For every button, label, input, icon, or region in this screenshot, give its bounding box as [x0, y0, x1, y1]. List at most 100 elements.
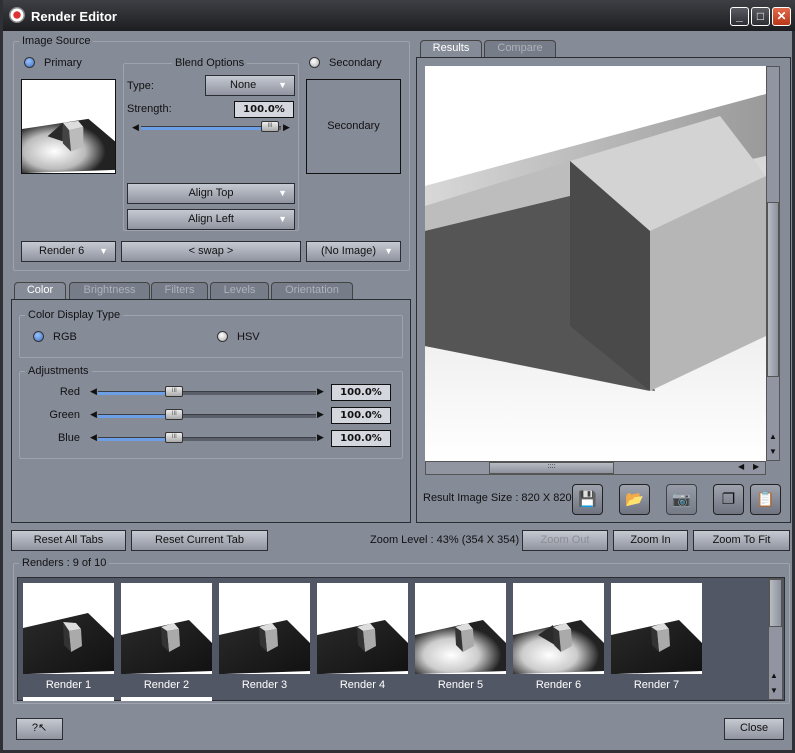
hsv-radio[interactable]	[217, 331, 228, 342]
copy-button[interactable]: ❐	[713, 484, 744, 515]
render-thumbnail[interactable]	[611, 583, 702, 674]
secondary-preview[interactable]: Secondary	[306, 79, 401, 174]
tab-brightness[interactable]: Brightness	[69, 282, 150, 299]
slider-thumb[interactable]: III	[261, 121, 279, 132]
save-button[interactable]: 💾	[572, 484, 603, 515]
blend-type-select[interactable]: None	[205, 75, 295, 96]
secondary-radio[interactable]	[309, 57, 320, 68]
minimize-button[interactable]: _	[730, 7, 749, 26]
hsv-label: HSV	[237, 331, 260, 343]
scrollbar-thumb[interactable]	[769, 579, 782, 627]
render-label: Render 1	[45, 679, 92, 691]
strength-increase-icon[interactable]: ▶	[283, 122, 290, 133]
align-left-select[interactable]: Align Left	[127, 209, 295, 230]
align-top-select[interactable]: Align Top	[127, 183, 295, 204]
tab-color[interactable]: Color	[14, 282, 66, 300]
secondary-image-select[interactable]: (No Image)	[306, 241, 401, 262]
window-title: Render Editor	[31, 9, 117, 24]
tab-results[interactable]: Results	[420, 40, 482, 58]
tab-filters[interactable]: Filters	[151, 282, 208, 299]
render-label: Render 2	[143, 679, 190, 691]
green-slider[interactable]: III	[98, 409, 316, 420]
primary-radio[interactable]	[24, 57, 35, 68]
slider-thumb[interactable]: III	[165, 409, 184, 420]
renders-scrollbar[interactable]: ▲ ▼	[768, 578, 783, 700]
strength-label: Strength:	[127, 103, 172, 115]
swap-button[interactable]: < swap >	[121, 241, 301, 262]
primary-render-select[interactable]: Render 6	[21, 241, 116, 262]
slider-label-green: Green	[49, 409, 80, 421]
zoom-in-button[interactable]: Zoom In	[613, 530, 688, 551]
increase-icon[interactable]: ▶	[317, 409, 324, 420]
render-thumbnail[interactable]	[219, 583, 310, 674]
scroll-up-icon[interactable]: ▲	[767, 432, 779, 441]
blue-slider[interactable]: III	[98, 432, 316, 443]
scroll-down-icon[interactable]: ▼	[770, 686, 778, 695]
reset-current-tab-button[interactable]: Reset Current Tab	[131, 530, 268, 551]
scrollbar-thumb[interactable]	[767, 202, 779, 377]
red-value[interactable]: 100.0%	[331, 384, 391, 401]
copy-icon: ❐	[721, 491, 736, 508]
scroll-down-icon[interactable]: ▼	[767, 447, 779, 456]
scroll-right-icon[interactable]: ▶	[753, 462, 759, 471]
render-thumbnail[interactable]	[317, 583, 408, 674]
render-thumbnail[interactable]	[415, 583, 506, 674]
scroll-up-icon[interactable]: ▲	[770, 671, 778, 680]
secondary-label: Secondary	[329, 57, 382, 69]
rgb-label: RGB	[53, 331, 77, 343]
render-label: Render 7	[633, 679, 680, 691]
close-window-button[interactable]: ✕	[772, 7, 791, 26]
render-thumbnail[interactable]	[513, 583, 604, 674]
result-horizontal-scrollbar[interactable]: :::: ◀ ▶	[425, 461, 766, 475]
decrease-icon[interactable]: ◀	[90, 432, 97, 443]
zoom-out-button[interactable]: Zoom Out	[522, 530, 608, 551]
help-cursor-icon: ?↖	[31, 722, 48, 734]
render-thumbnail[interactable]	[121, 583, 212, 674]
slider-thumb[interactable]: III	[165, 386, 184, 397]
strength-decrease-icon[interactable]: ◀	[132, 122, 139, 133]
blue-value[interactable]: 100.0%	[331, 430, 391, 447]
snapshot-button[interactable]: 📷	[666, 484, 697, 515]
image-source-label: Image Source	[19, 35, 94, 47]
render-label: Render 6	[535, 679, 582, 691]
red-slider[interactable]: III	[98, 386, 316, 397]
increase-icon[interactable]: ▶	[317, 432, 324, 443]
render-editor-window: Render Editor _ □ ✕ Image Source Primary…	[0, 0, 795, 753]
tab-compare[interactable]: Compare	[484, 40, 556, 57]
zoom-to-fit-button[interactable]: Zoom To Fit	[693, 530, 790, 551]
renders-label: Renders : 9 of 10	[19, 557, 110, 569]
render-thumbnail-partial[interactable]	[23, 697, 114, 701]
reset-all-tabs-button[interactable]: Reset All Tabs	[11, 530, 126, 551]
rgb-radio[interactable]	[33, 331, 44, 342]
scroll-left-icon[interactable]: ◀	[738, 462, 744, 471]
adjustments-label: Adjustments	[25, 365, 92, 377]
green-value[interactable]: 100.0%	[331, 407, 391, 424]
strength-slider[interactable]: III	[141, 121, 281, 132]
maximize-button[interactable]: □	[751, 7, 770, 26]
result-image-size: Result Image Size : 820 X 820	[423, 492, 572, 504]
open-button[interactable]: 📂	[619, 484, 650, 515]
primary-preview-image	[21, 79, 116, 174]
decrease-icon[interactable]: ◀	[90, 409, 97, 420]
title-bar: Render Editor _ □ ✕	[3, 0, 795, 31]
open-folder-icon: 📂	[625, 491, 644, 508]
increase-icon[interactable]: ▶	[317, 386, 324, 397]
result-vertical-scrollbar[interactable]: ▲ ▼	[766, 66, 780, 461]
render-thumbnail[interactable]	[23, 583, 114, 674]
render-thumbnail-partial[interactable]	[121, 697, 212, 701]
tab-orientation[interactable]: Orientation	[271, 282, 353, 299]
type-label: Type:	[127, 80, 154, 92]
paste-button[interactable]: 📋	[750, 484, 781, 515]
help-button[interactable]: ?↖	[16, 718, 63, 740]
color-display-type-label: Color Display Type	[25, 309, 124, 321]
slider-label-red: Red	[59, 386, 80, 398]
render-label: Render 4	[339, 679, 386, 691]
tab-levels[interactable]: Levels	[210, 282, 269, 299]
decrease-icon[interactable]: ◀	[90, 386, 97, 397]
slider-thumb[interactable]: III	[165, 432, 184, 443]
strength-value[interactable]: 100.0%	[234, 101, 294, 118]
scrollbar-thumb[interactable]: ::::	[489, 462, 614, 474]
app-logo-icon	[9, 7, 25, 23]
camera-icon: 📷	[672, 491, 691, 508]
close-button[interactable]: Close	[724, 718, 784, 740]
